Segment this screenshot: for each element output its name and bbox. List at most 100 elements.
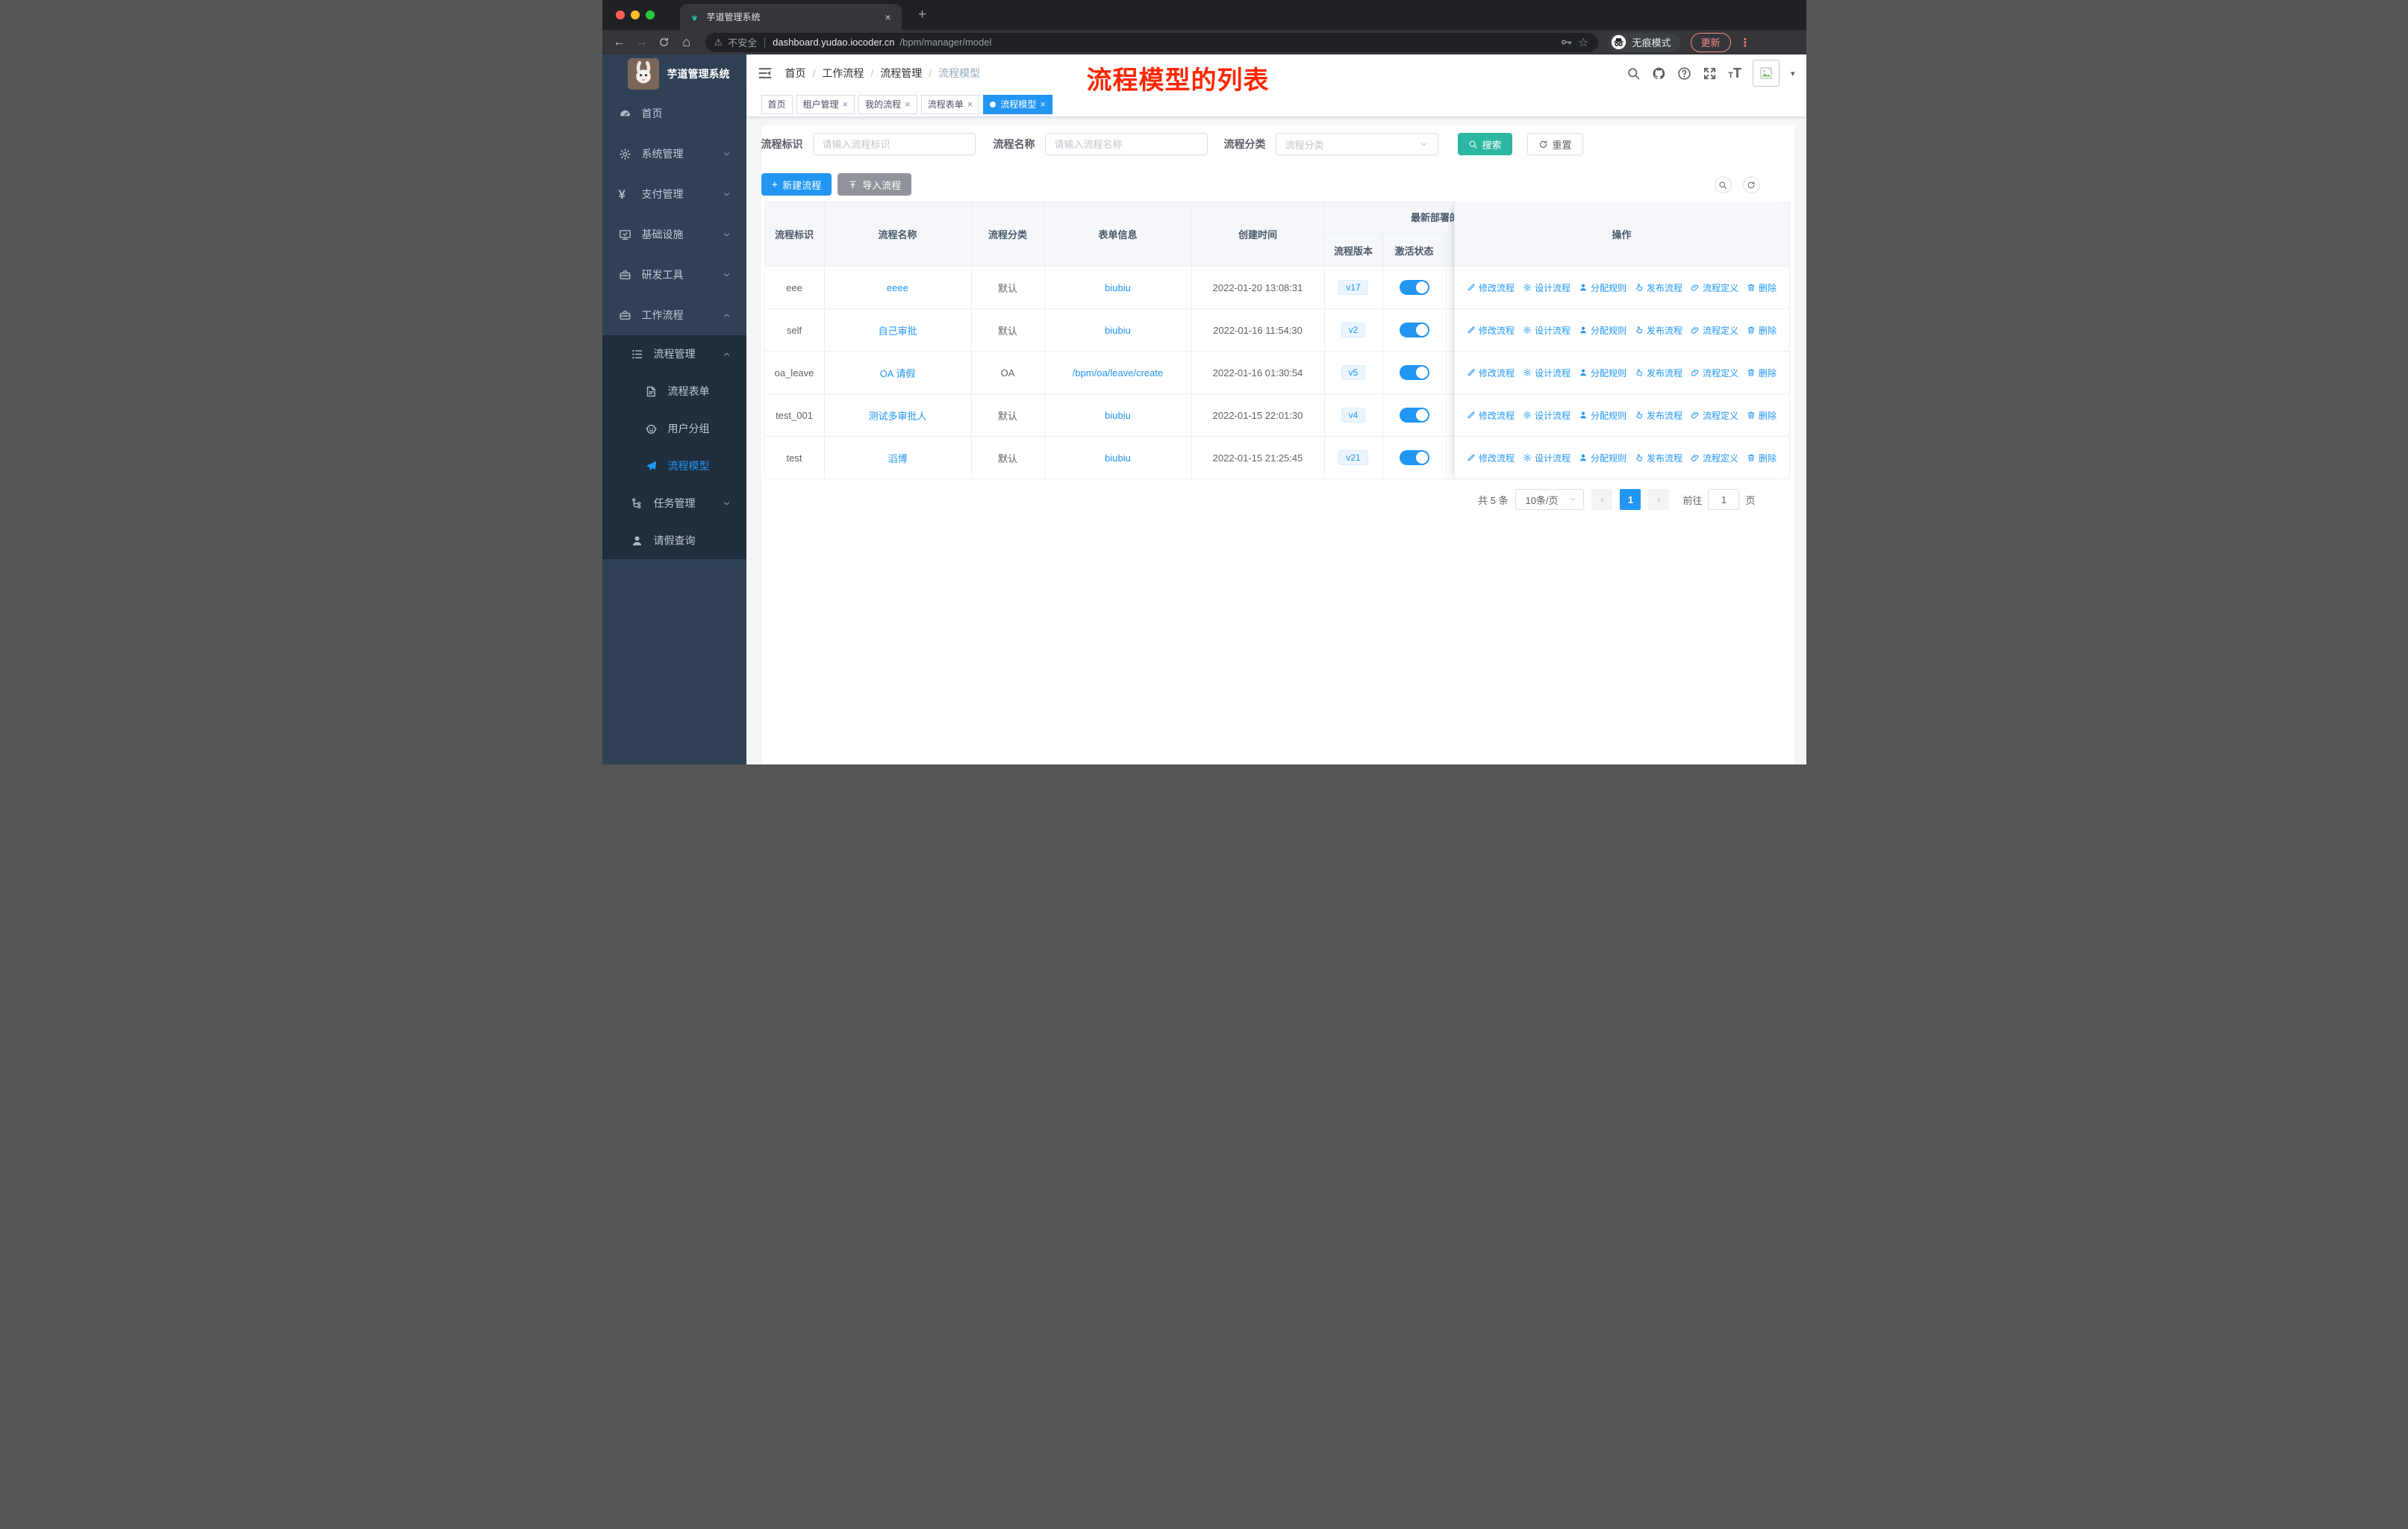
op-definition-link[interactable]: 流程定义 xyxy=(1691,324,1738,337)
op-edit-link[interactable]: 修改流程 xyxy=(1467,281,1515,294)
op-assign-rule-link[interactable]: 分配规则 xyxy=(1579,281,1626,294)
tag-process-model-active[interactable]: 流程模型 xyxy=(983,94,1052,114)
sidebar-item-leave-query[interactable]: 请假查询 xyxy=(602,522,746,559)
help-icon[interactable] xyxy=(1677,66,1691,81)
form-info-link[interactable]: /bpm/oa/leave/create xyxy=(1073,367,1163,379)
op-edit-link[interactable]: 修改流程 xyxy=(1467,409,1515,422)
op-publish-link[interactable]: 发布流程 xyxy=(1635,367,1682,379)
op-assign-rule-link[interactable]: 分配规则 xyxy=(1579,409,1626,422)
tag-process-form[interactable]: 流程表单 xyxy=(920,94,980,114)
op-delete-link[interactable]: 删除 xyxy=(1747,324,1777,337)
tab-close-icon[interactable] xyxy=(883,11,892,23)
tag-close-icon[interactable] xyxy=(905,99,911,110)
sidebar-item-workflow[interactable]: 工作流程 xyxy=(602,295,746,335)
reload-button[interactable] xyxy=(655,34,674,52)
prev-page-button[interactable] xyxy=(1591,489,1613,510)
op-delete-link[interactable]: 删除 xyxy=(1747,409,1777,422)
back-button[interactable] xyxy=(610,34,629,52)
form-info-link[interactable]: biubiu xyxy=(1105,325,1131,336)
refresh-table-button[interactable] xyxy=(1742,176,1760,193)
op-design-link[interactable]: 设计流程 xyxy=(1523,281,1570,294)
tag-close-icon[interactable] xyxy=(967,99,973,110)
op-design-link[interactable]: 设计流程 xyxy=(1523,409,1570,422)
op-edit-link[interactable]: 修改流程 xyxy=(1467,452,1515,464)
collapse-sidebar-icon[interactable] xyxy=(758,66,773,81)
process-key-input[interactable] xyxy=(812,133,976,155)
op-design-link[interactable]: 设计流程 xyxy=(1523,324,1570,337)
category-select[interactable]: 流程分类 xyxy=(1275,133,1438,155)
op-definition-link[interactable]: 流程定义 xyxy=(1691,281,1738,294)
tag-tenant[interactable]: 租户管理 xyxy=(796,94,855,114)
sidebar-item-process-model[interactable]: 流程模型 xyxy=(602,447,746,485)
sidebar-logo[interactable]: 芋道管理系统 xyxy=(602,55,746,93)
import-process-button[interactable]: 导入流程 xyxy=(838,173,912,196)
address-bar[interactable]: 不安全 dashboard.yudao.iocoder.cn/bpm/manag… xyxy=(705,32,1598,52)
op-publish-link[interactable]: 发布流程 xyxy=(1635,324,1682,337)
op-delete-link[interactable]: 删除 xyxy=(1747,281,1777,294)
model-name-link[interactable]: OA 请假 xyxy=(880,366,916,380)
sidebar-item-system[interactable]: 系统管理 xyxy=(602,134,746,174)
fullscreen-icon[interactable] xyxy=(1703,66,1717,81)
model-name-link[interactable]: 自己审批 xyxy=(878,323,917,337)
avatar[interactable] xyxy=(1752,60,1780,87)
breadcrumb-home[interactable]: 首页 xyxy=(785,66,806,81)
minimize-window-button[interactable] xyxy=(630,10,640,19)
active-toggle[interactable] xyxy=(1399,408,1429,423)
op-assign-rule-link[interactable]: 分配规则 xyxy=(1579,367,1626,379)
op-delete-link[interactable]: 删除 xyxy=(1747,367,1777,379)
breadcrumb-workflow[interactable]: 工作流程 xyxy=(822,66,864,81)
tag-close-icon[interactable] xyxy=(1040,99,1046,110)
key-icon[interactable] xyxy=(1560,36,1573,49)
search-button[interactable]: 搜索 xyxy=(1457,133,1512,155)
github-icon[interactable] xyxy=(1652,66,1666,81)
tag-close-icon[interactable] xyxy=(843,99,849,110)
op-edit-link[interactable]: 修改流程 xyxy=(1467,324,1515,337)
model-name-link[interactable]: eeee xyxy=(887,282,908,293)
op-publish-link[interactable]: 发布流程 xyxy=(1635,409,1682,422)
sidebar-item-process-mgmt[interactable]: 流程管理 xyxy=(602,335,746,373)
browser-tab[interactable]: 芋道管理系统 xyxy=(679,4,902,30)
next-page-button[interactable] xyxy=(1648,489,1670,510)
op-definition-link[interactable]: 流程定义 xyxy=(1691,367,1738,379)
breadcrumb-process-mgmt[interactable]: 流程管理 xyxy=(880,66,922,81)
process-name-input[interactable] xyxy=(1044,133,1208,155)
op-publish-link[interactable]: 发布流程 xyxy=(1635,452,1682,464)
sidebar-item-process-form[interactable]: 流程表单 xyxy=(602,373,746,410)
active-toggle[interactable] xyxy=(1399,323,1429,337)
form-info-link[interactable]: biubiu xyxy=(1105,282,1131,293)
browser-update-button[interactable]: 更新 xyxy=(1690,32,1731,52)
sidebar-item-devtools[interactable]: 研发工具 xyxy=(602,255,746,295)
tag-home[interactable]: 首页 xyxy=(761,94,793,114)
op-assign-rule-link[interactable]: 分配规则 xyxy=(1579,324,1626,337)
forward-button[interactable] xyxy=(632,34,652,52)
op-edit-link[interactable]: 修改流程 xyxy=(1467,367,1515,379)
show-search-toggle-button[interactable] xyxy=(1714,176,1732,193)
zoom-window-button[interactable] xyxy=(645,10,655,19)
op-design-link[interactable]: 设计流程 xyxy=(1523,452,1570,464)
search-icon[interactable] xyxy=(1626,66,1641,81)
home-button[interactable] xyxy=(677,34,696,52)
model-name-link[interactable]: 滔博 xyxy=(888,451,907,465)
bookmark-star-icon[interactable]: ☆ xyxy=(1578,35,1588,50)
op-delete-link[interactable]: 删除 xyxy=(1747,452,1777,464)
form-info-link[interactable]: biubiu xyxy=(1105,452,1131,464)
close-window-button[interactable] xyxy=(615,10,625,19)
op-design-link[interactable]: 设计流程 xyxy=(1523,367,1570,379)
new-tab-button[interactable] xyxy=(914,6,932,24)
model-name-link[interactable]: 测试多审批人 xyxy=(868,408,926,423)
op-assign-rule-link[interactable]: 分配规则 xyxy=(1579,452,1626,464)
active-toggle[interactable] xyxy=(1399,365,1429,380)
active-toggle[interactable] xyxy=(1399,280,1429,295)
goto-page-input[interactable] xyxy=(1708,489,1740,510)
op-definition-link[interactable]: 流程定义 xyxy=(1691,452,1738,464)
sidebar-item-user-group[interactable]: 用户分组 xyxy=(602,410,746,447)
page-number-button[interactable]: 1 xyxy=(1620,489,1641,510)
active-toggle[interactable] xyxy=(1399,450,1429,465)
tag-my-process[interactable]: 我的流程 xyxy=(858,94,917,114)
op-definition-link[interactable]: 流程定义 xyxy=(1691,409,1738,422)
sidebar-item-task-mgmt[interactable]: 任务管理 xyxy=(602,485,746,522)
form-info-link[interactable]: biubiu xyxy=(1105,410,1131,421)
sidebar-item-home[interactable]: 首页 xyxy=(602,93,746,134)
create-process-button[interactable]: 新建流程 xyxy=(761,173,832,196)
avatar-caret-icon[interactable] xyxy=(1791,69,1795,78)
